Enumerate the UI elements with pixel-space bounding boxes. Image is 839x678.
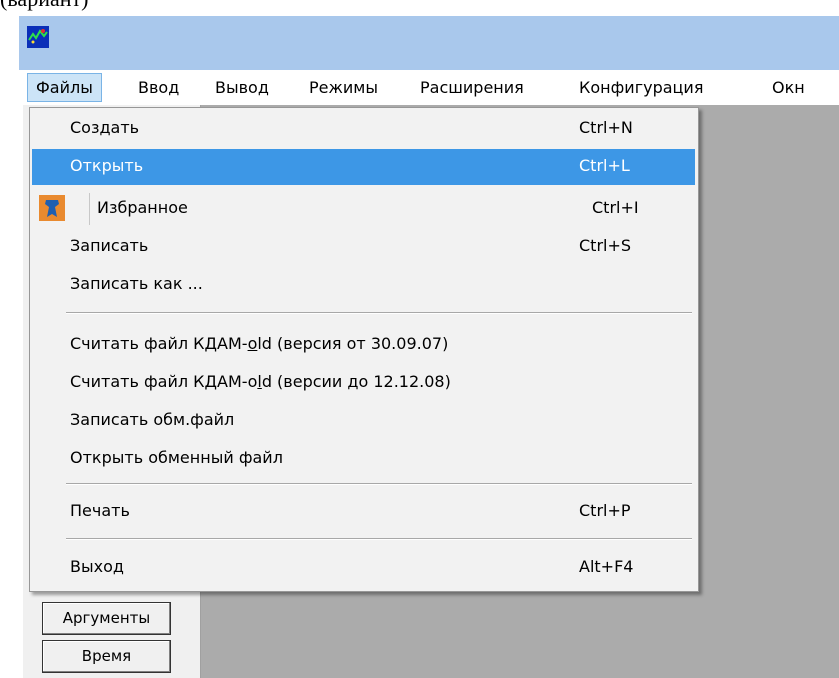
menu-item-save-as[interactable]: Записать как ... [32,267,695,303]
menu-item-exit[interactable]: Выход Alt+F4 [32,550,695,586]
menu-item-read-kdam-old-v2[interactable]: Считать файл КДАМ-old (версии до 12.12.0… [32,365,695,401]
menu-modes[interactable]: Режимы [301,73,386,102]
menu-item-save[interactable]: Записать Ctrl+S [32,229,695,265]
menu-item-favorites[interactable]: Избранное Ctrl+I [32,191,695,227]
menu-item-shortcut: Ctrl+L [579,156,630,175]
menu-item-save-exchange[interactable]: Записать обм.файл [32,403,695,439]
menu-item-label: Избранное [97,198,188,217]
title-bar [19,16,839,70]
menu-item-read-kdam-old-v1[interactable]: Считать файл КДАМ-old (версия от 30.09.0… [32,327,695,363]
menu-item-label: Печать [70,501,130,520]
menu-item-open[interactable]: Открыть Ctrl+L [32,149,695,185]
menu-item-label: Открыть [70,156,144,175]
menu-extensions[interactable]: Расширения [412,73,532,102]
menu-separator [66,483,692,485]
menu-output[interactable]: Вывод [207,73,277,102]
menu-item-shortcut: Ctrl+P [579,501,631,520]
menu-item-label: Создать [70,118,140,137]
menu-files[interactable]: Файлы [27,73,102,102]
menu-configuration[interactable]: Конфигурация [571,73,711,102]
menu-item-label: Записать как ... [70,274,203,293]
menu-item-label: Считать файл КДАМ-old (версии до 12.12.0… [70,372,451,391]
menu-item-shortcut: Alt+F4 [579,557,634,576]
menu-separator [66,312,692,314]
icon-divider [89,193,90,225]
menu-item-shortcut: Ctrl+N [579,118,633,137]
menu-item-shortcut: Ctrl+S [579,236,632,255]
menu-input[interactable]: Ввод [130,73,187,102]
menu-bar: Файлы Ввод Вывод Режимы Расширения Конфи… [19,70,839,105]
app-logo-icon[interactable] [27,26,49,48]
menu-separator [66,538,692,540]
menu-item-label: Записать [70,236,149,255]
time-button[interactable]: Время [42,640,171,673]
menu-item-label: Выход [70,557,124,576]
arguments-button[interactable]: Аргументы [42,602,171,635]
menu-window[interactable]: Окн [764,73,813,102]
menu-item-label: Записать обм.файл [70,410,235,429]
menu-item-print[interactable]: Печать Ctrl+P [32,494,695,530]
menu-item-label: Открыть обменный файл [70,448,283,467]
favorites-icon [39,195,65,221]
files-dropdown-menu: Создать Ctrl+N Открыть Ctrl+L Избранное … [29,107,699,592]
menu-item-label: Считать файл КДАМ-old (версия от 30.09.0… [70,334,449,353]
menu-item-shortcut: Ctrl+I [592,198,639,217]
caption-text-fragment: (вариант) [0,0,88,12]
menu-item-create[interactable]: Создать Ctrl+N [32,111,695,147]
menu-item-open-exchange[interactable]: Открыть обменный файл [32,441,695,477]
